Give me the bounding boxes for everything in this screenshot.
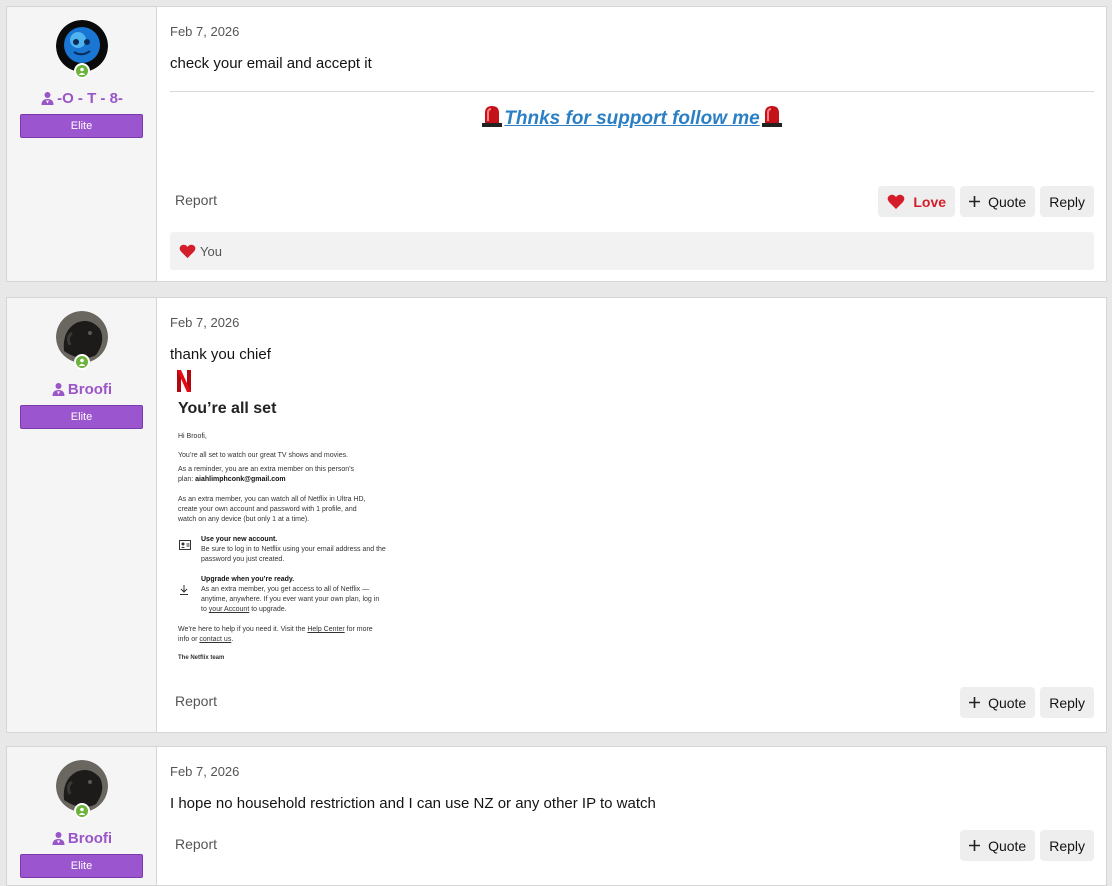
email-text: plan: (178, 476, 196, 483)
email-link: your Account (208, 606, 250, 613)
username[interactable]: -O - T - 8- (7, 90, 157, 109)
siren-icon (760, 105, 784, 133)
love-label: Love (913, 193, 947, 210)
avatar[interactable] (56, 311, 108, 370)
post-message: check your email and accept it (170, 55, 372, 72)
email-link: Help Center (307, 626, 345, 633)
post-date[interactable]: Feb 7, 2026 (170, 764, 239, 779)
post-body: Feb 7, 2026 I hope no household restrict… (157, 747, 1106, 885)
plus-icon (969, 196, 981, 207)
user-panel: Broofi Elite (7, 298, 157, 732)
email-item: Use your new account. Be sure to log in t… (201, 535, 386, 565)
post-message: I hope no household restriction and I ca… (170, 795, 656, 812)
reply-button[interactable]: Reply (1040, 830, 1094, 861)
post: -O - T - 8- Elite Feb 7, 2026 check your… (6, 6, 1107, 282)
post-message: thank you chief (170, 346, 271, 363)
reply-button[interactable]: Reply (1040, 687, 1094, 718)
quote-button[interactable]: Quote (960, 186, 1036, 217)
online-status-icon (74, 354, 90, 370)
post-date[interactable]: Feb 7, 2026 (170, 24, 239, 39)
plus-icon (969, 697, 981, 708)
user-panel: Broofi Elite (7, 747, 157, 885)
post: Broofi Elite Feb 7, 2026 I hope no house… (6, 746, 1107, 886)
email-link: contact us (199, 636, 232, 643)
report-link[interactable]: Report (175, 192, 217, 208)
quote-button[interactable]: Quote (960, 687, 1036, 718)
email-text: . (231, 636, 234, 643)
quote-button[interactable]: Quote (960, 830, 1036, 861)
username-text: -O - T - 8- (57, 90, 123, 107)
post-body: Feb 7, 2026 check your email and accept … (157, 7, 1106, 281)
quote-label: Quote (988, 193, 1027, 210)
avatar[interactable] (56, 20, 108, 79)
email-line: You’re all set to watch our great TV sho… (178, 452, 349, 459)
quote-label: Quote (988, 837, 1027, 854)
quote-label: Quote (988, 694, 1027, 711)
email-line: As an extra member, you can watch all of… (178, 496, 366, 523)
netflix-logo-icon (177, 370, 191, 397)
online-status-icon (74, 803, 90, 819)
email-item-title: Upgrade when you’re ready. (201, 576, 295, 583)
reaction-users: You (200, 243, 222, 259)
siren-icon (480, 105, 504, 133)
user-shield-icon (41, 91, 54, 109)
email-line: We’re here to help if you need it. Visit… (178, 625, 373, 645)
username-text: Broofi (67, 381, 113, 398)
avatar[interactable] (56, 760, 108, 819)
reactions-bar[interactable]: You (170, 232, 1094, 270)
email-signoff: The Netflix team (178, 655, 225, 661)
email-item-title: Use your new account. (201, 536, 278, 543)
love-reaction-button[interactable]: Love (878, 186, 956, 217)
email-line: As a reminder, you are an extra member o… (178, 465, 383, 485)
user-title-badge: Elite (20, 405, 143, 429)
username-text: Broofi (67, 830, 113, 847)
username[interactable]: Broofi (7, 381, 157, 400)
email-text: We’re here to help if you need it. Visit… (178, 626, 308, 633)
post: Broofi Elite Feb 7, 2026 thank you chief… (6, 297, 1107, 733)
post-body: Feb 7, 2026 thank you chief You’re all s… (157, 298, 1106, 732)
post-date[interactable]: Feb 7, 2026 (170, 315, 239, 330)
heart-icon (887, 194, 905, 210)
online-status-icon (74, 63, 90, 79)
user-shield-icon (52, 831, 65, 849)
email-text: As a reminder, you are an extra member o… (178, 466, 355, 473)
email-greeting: Hi Broofi, (178, 433, 207, 440)
email-item: Upgrade when you’re ready. As an extra me… (201, 575, 386, 615)
id-card-icon (179, 540, 191, 552)
post-actions: Love Quote Reply (878, 186, 1094, 217)
report-link[interactable]: Report (175, 836, 217, 852)
download-icon (179, 585, 189, 597)
signature-link[interactable]: Thnks for support follow me (504, 108, 759, 129)
post-actions: Quote Reply (960, 687, 1094, 718)
report-link[interactable]: Report (175, 693, 217, 709)
post-actions: Quote Reply (960, 830, 1094, 861)
username[interactable]: Broofi (7, 830, 157, 849)
signature: Thnks for support follow me (170, 105, 1094, 133)
email-address: aiahlimphconk@gmail.com (195, 476, 286, 483)
user-title-badge: Elite (20, 854, 143, 878)
user-panel: -O - T - 8- Elite (7, 7, 157, 281)
user-title-badge: Elite (20, 114, 143, 138)
heart-icon (179, 244, 196, 259)
email-item-body: to upgrade. (249, 606, 287, 613)
signature-divider (170, 91, 1094, 92)
email-item-body: Be sure to log in to Netflix using your … (201, 546, 386, 563)
user-shield-icon (52, 382, 65, 400)
plus-icon (969, 840, 981, 851)
attached-email-image[interactable]: You’re all set Hi Broofi, You’re all set… (170, 368, 386, 668)
email-heading: You’re all set (178, 400, 277, 417)
reply-button[interactable]: Reply (1040, 186, 1094, 217)
